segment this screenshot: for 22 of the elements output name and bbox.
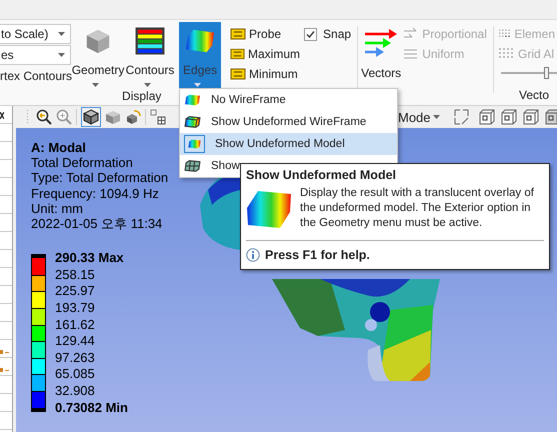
result-info-line: 2022-01-05 오후 11:34 <box>31 216 164 232</box>
group-label: Display <box>122 88 162 105</box>
legend-value: 32.908 <box>55 382 96 400</box>
legend-value: 129.44 <box>55 333 96 350</box>
tooltip-description: Display the result with a translucent overlay of the undeformed model. The Exterior option in the Geometry menu must be active. <box>300 186 535 231</box>
result-info-line: Type: Total Deformation <box>31 170 168 186</box>
result-info-line: Total Deformation <box>31 155 134 170</box>
legend-value: 258.15 <box>55 266 96 284</box>
legend-value: 97.263 <box>55 350 96 366</box>
result-info-line: Unit: mm <box>31 200 83 216</box>
legend-value: 161.62 <box>55 316 96 334</box>
legend-value: 193.79 <box>55 300 96 317</box>
tooltip-title: Show Undeformed Model <box>246 168 397 182</box>
result-title: A: Modal <box>31 140 87 156</box>
group-label: Vecto <box>518 87 550 104</box>
help-hint: Press F1 for help. <box>265 248 370 262</box>
result-info-line: Frequency: 1094.9 Hz <box>31 186 160 201</box>
legend-value: 290.33 Max <box>55 250 125 267</box>
legend-value: 65.085 <box>55 366 96 383</box>
contour-option-label: rtex Contours <box>0 69 72 83</box>
legend-value: 225.97 <box>55 283 96 300</box>
legend-value: 0.73082 Min <box>55 400 128 416</box>
